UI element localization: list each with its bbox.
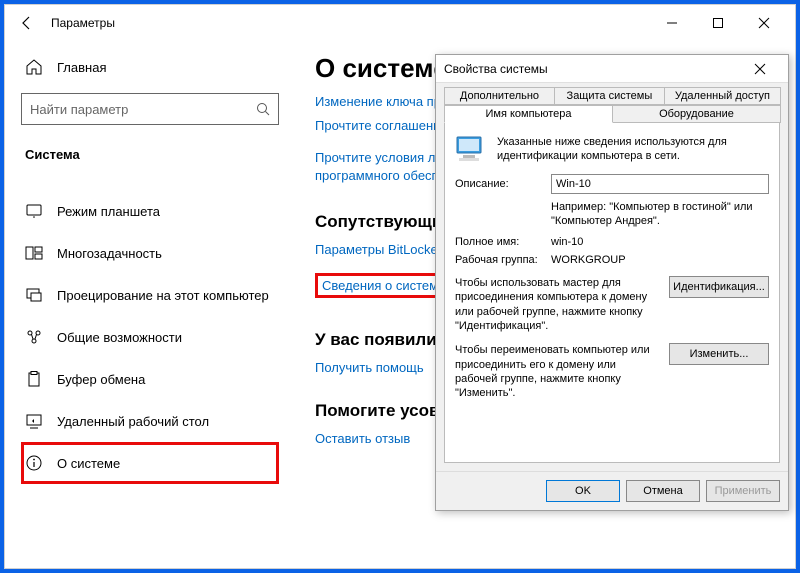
fullname-label: Полное имя: xyxy=(455,236,551,248)
search-icon xyxy=(256,102,270,116)
home-icon xyxy=(25,58,43,76)
multitasking-icon xyxy=(25,244,43,262)
change-button[interactable]: Изменить... xyxy=(669,343,769,365)
description-example: Например: "Компьютер в гостиной" или "Ко… xyxy=(455,200,769,229)
sidebar-item-label: Общие возможности xyxy=(57,330,182,345)
tablet-icon xyxy=(25,202,43,220)
sidebar-item-multitasking[interactable]: Многозадачность xyxy=(21,232,279,274)
fullname-value: win-10 xyxy=(551,236,769,248)
maximize-button[interactable] xyxy=(695,7,741,39)
identification-text: Чтобы использовать мастер для присоедине… xyxy=(455,276,661,333)
computer-icon xyxy=(455,135,487,163)
apply-button[interactable]: Применить xyxy=(706,480,780,502)
info-icon xyxy=(25,454,43,472)
sidebar-category: Система xyxy=(21,147,279,162)
sidebar-item-projecting[interactable]: Проецирование на этот компьютер xyxy=(21,274,279,316)
tab-remote[interactable]: Удаленный доступ xyxy=(664,87,781,105)
info-text: Указанные ниже сведения используются для… xyxy=(497,135,769,164)
dialog-title: Свойства системы xyxy=(444,62,548,76)
tab-computer-name[interactable]: Имя компьютера xyxy=(444,105,613,123)
ok-button[interactable]: OK xyxy=(546,480,620,502)
search-input[interactable]: Найти параметр xyxy=(21,93,279,125)
description-label: Описание: xyxy=(455,178,551,190)
titlebar: Параметры xyxy=(5,5,795,41)
change-text: Чтобы переименовать компьютер или присое… xyxy=(455,343,661,400)
sidebar-item-shared-experiences[interactable]: Общие возможности xyxy=(21,316,279,358)
dialog-close-button[interactable] xyxy=(740,57,780,81)
back-button[interactable] xyxy=(13,9,41,37)
sidebar-item-label: Режим планшета xyxy=(57,204,160,219)
sidebar-home[interactable]: Главная xyxy=(21,49,279,85)
remote-icon xyxy=(25,412,43,430)
link-system-info[interactable]: Сведения о системе xyxy=(315,273,452,298)
project-icon xyxy=(25,286,43,304)
sidebar-item-label: О системе xyxy=(57,456,120,471)
sidebar-item-label: Удаленный рабочий стол xyxy=(57,414,209,429)
search-placeholder: Найти параметр xyxy=(30,102,256,117)
sidebar-item-label: Буфер обмена xyxy=(57,372,145,387)
sidebar-item-remote-desktop[interactable]: Удаленный рабочий стол xyxy=(21,400,279,442)
dialog-titlebar: Свойства системы xyxy=(436,55,788,83)
tab-hardware[interactable]: Оборудование xyxy=(612,105,781,123)
tab-strip: Дополнительно Защита системы Удаленный д… xyxy=(436,83,788,123)
sidebar-item-tablet-mode[interactable]: Режим планшета xyxy=(21,190,279,232)
sidebar-item-label: Многозадачность xyxy=(57,246,162,261)
tab-advanced[interactable]: Дополнительно xyxy=(444,87,555,105)
tab-system-protection[interactable]: Защита системы xyxy=(554,87,665,105)
description-input[interactable] xyxy=(551,174,769,194)
shared-icon xyxy=(25,328,43,346)
sidebar-item-clipboard[interactable]: Буфер обмена xyxy=(21,358,279,400)
workgroup-value: WORKGROUP xyxy=(551,254,769,266)
clipboard-icon xyxy=(25,370,43,388)
workgroup-label: Рабочая группа: xyxy=(455,254,551,266)
window-title: Параметры xyxy=(51,16,115,30)
close-button[interactable] xyxy=(741,7,787,39)
tab-body: Указанные ниже сведения используются для… xyxy=(444,123,780,463)
system-properties-dialog: Свойства системы Дополнительно Защита си… xyxy=(435,54,789,511)
sidebar-item-label: Проецирование на этот компьютер xyxy=(57,288,269,303)
identification-button[interactable]: Идентификация... xyxy=(669,276,769,298)
cancel-button[interactable]: Отмена xyxy=(626,480,700,502)
minimize-button[interactable] xyxy=(649,7,695,39)
sidebar: Главная Найти параметр Система Режим пла… xyxy=(5,41,295,568)
sidebar-home-label: Главная xyxy=(57,60,106,75)
sidebar-item-about[interactable]: О системе xyxy=(21,442,279,484)
